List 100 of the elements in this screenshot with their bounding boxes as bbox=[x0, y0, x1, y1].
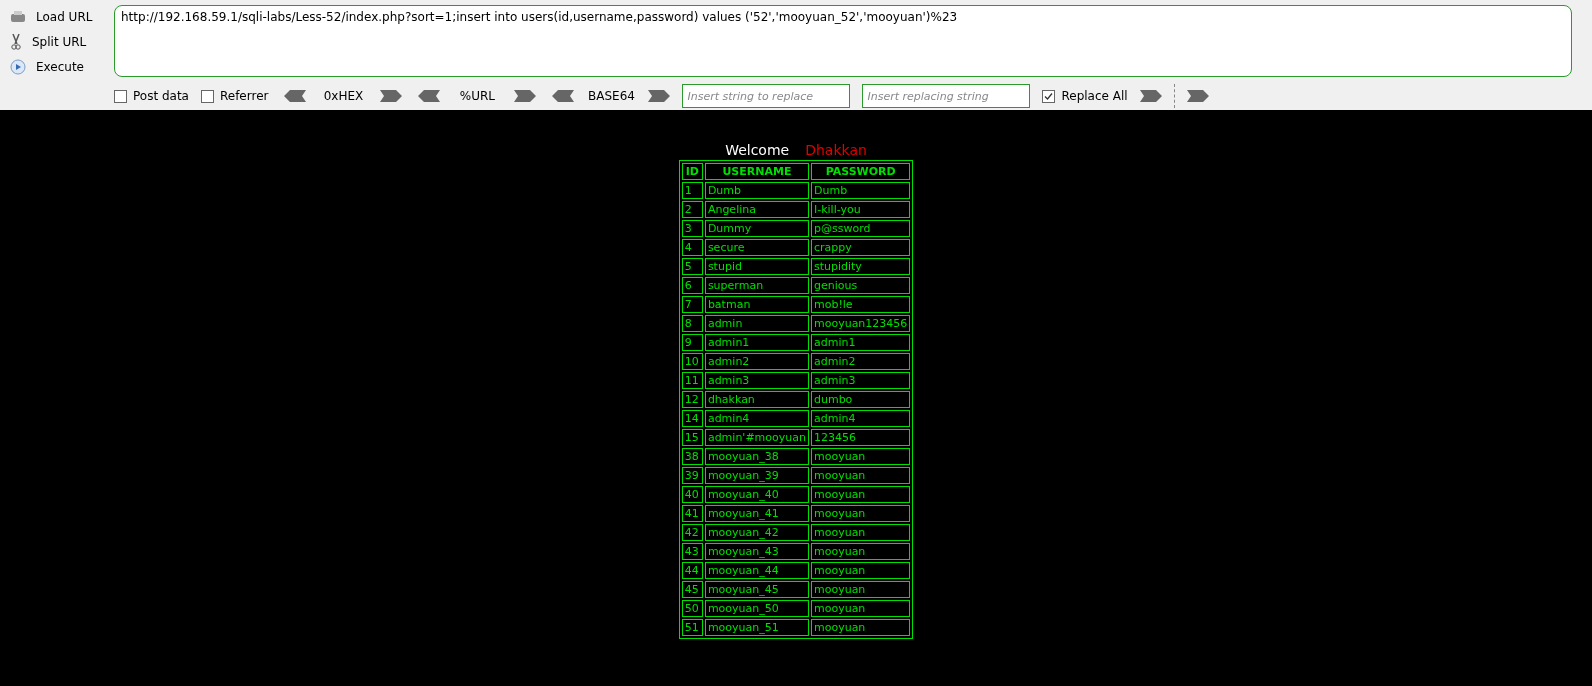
table-cell: 8 bbox=[681, 315, 703, 332]
table-cell: mooyuan bbox=[810, 562, 911, 579]
table-cell: mooyuan bbox=[810, 543, 911, 560]
table-cell: mob!le bbox=[810, 296, 911, 313]
table-cell: 10 bbox=[681, 353, 703, 370]
table-cell: mooyuan_38 bbox=[704, 448, 809, 465]
table-cell: 42 bbox=[681, 524, 703, 541]
checkbox-label: Post data bbox=[133, 89, 189, 103]
user-name: Dhakkan bbox=[805, 142, 867, 160]
table-cell: superman bbox=[704, 277, 809, 294]
table-cell: 40 bbox=[681, 486, 703, 503]
table-cell: mooyuan bbox=[810, 619, 911, 636]
table-cell: 2 bbox=[681, 201, 703, 218]
encoder-label: BASE64 bbox=[587, 89, 636, 103]
encoder-label: 0xHEX bbox=[322, 89, 365, 103]
table-cell: mooyuan bbox=[810, 600, 911, 617]
table-cell: 38 bbox=[681, 448, 703, 465]
url-field[interactable]: http://192.168.59.1/sqli-labs/Less-52/index.php?sort=1;insert into users(id,username,password) values ('52','mooyuan_52','mooyuan')%23 bbox=[114, 5, 1572, 77]
table-cell: 51 bbox=[681, 619, 703, 636]
table-cell: 7 bbox=[681, 296, 703, 313]
left-arrow-icon[interactable] bbox=[284, 90, 307, 102]
encoder-label: %URL bbox=[458, 89, 497, 103]
right-arrow-icon[interactable] bbox=[1186, 90, 1209, 102]
toolbar-action[interactable]: Execute bbox=[10, 57, 100, 77]
table-cell: I-kill-you bbox=[810, 201, 911, 218]
right-arrow-icon[interactable] bbox=[648, 90, 671, 102]
table-cell: mooyuan_50 bbox=[704, 600, 809, 617]
table-cell: admin2 bbox=[704, 353, 809, 370]
toolbar-action[interactable]: Split URL bbox=[10, 32, 100, 52]
table-cell: admin4 bbox=[704, 410, 809, 427]
table-cell: mooyuan_51 bbox=[704, 619, 809, 636]
table-cell: admin1 bbox=[810, 334, 911, 351]
scissors-icon bbox=[10, 34, 22, 50]
table-cell: stupidity bbox=[810, 258, 911, 275]
table-cell: mooyuan_41 bbox=[704, 505, 809, 522]
table-cell: secure bbox=[704, 239, 809, 256]
play-icon bbox=[10, 59, 26, 75]
table-cell: 41 bbox=[681, 505, 703, 522]
table-cell: admin2 bbox=[810, 353, 911, 370]
table-cell: mooyuan_40 bbox=[704, 486, 809, 503]
left-arrow-icon[interactable] bbox=[552, 90, 575, 102]
table-cell: 4 bbox=[681, 239, 703, 256]
table-cell: 12 bbox=[681, 391, 703, 408]
table-cell: mooyuan bbox=[810, 448, 911, 465]
table-cell: 14 bbox=[681, 410, 703, 427]
table-cell: 39 bbox=[681, 467, 703, 484]
table-cell: 11 bbox=[681, 372, 703, 389]
table-cell: mooyuan bbox=[810, 486, 911, 503]
table-cell: 5 bbox=[681, 258, 703, 275]
printer-icon bbox=[10, 10, 26, 24]
table-cell: dhakkan bbox=[704, 391, 809, 408]
table-cell: 1 bbox=[681, 182, 703, 199]
table-cell: mooyuan_42 bbox=[704, 524, 809, 541]
table-cell: mooyuan123456 bbox=[810, 315, 911, 332]
table-cell: Dumb bbox=[810, 182, 911, 199]
table-cell: 123456 bbox=[810, 429, 911, 446]
table-cell: mooyuan bbox=[810, 467, 911, 484]
checkbox-label: Referrer bbox=[219, 89, 269, 103]
table-cell: 3 bbox=[681, 220, 703, 237]
replace-field[interactable]: Insert replacing string bbox=[862, 84, 1031, 108]
table-cell: mooyuan_45 bbox=[704, 581, 809, 598]
table-cell: 6 bbox=[681, 277, 703, 294]
welcome-text: Welcome bbox=[725, 142, 790, 160]
table-cell: admin3 bbox=[704, 372, 809, 389]
table-cell: admin3 bbox=[810, 372, 911, 389]
table-cell: crappy bbox=[810, 239, 911, 256]
checkbox-label: Replace All bbox=[1061, 89, 1128, 103]
table-cell: admin'#mooyuan bbox=[704, 429, 809, 446]
table-cell: genious bbox=[810, 277, 911, 294]
right-arrow-icon[interactable] bbox=[380, 90, 403, 102]
table-cell: mooyuan_43 bbox=[704, 543, 809, 560]
table-cell: Dummy bbox=[704, 220, 809, 237]
table-cell: mooyuan_44 bbox=[704, 562, 809, 579]
table-cell: 50 bbox=[681, 600, 703, 617]
left-arrow-icon[interactable] bbox=[418, 90, 441, 102]
right-arrow-icon[interactable] bbox=[1139, 90, 1162, 102]
table-cell: 44 bbox=[681, 562, 703, 579]
column-header: USERNAME bbox=[704, 163, 809, 180]
table-cell: Dumb bbox=[704, 182, 809, 199]
table-cell: 15 bbox=[681, 429, 703, 446]
column-header: PASSWORD bbox=[810, 163, 911, 180]
table-cell: admin1 bbox=[704, 334, 809, 351]
table-cell: 43 bbox=[681, 543, 703, 560]
checkbox[interactable] bbox=[114, 89, 127, 103]
table-cell: admin4 bbox=[810, 410, 911, 427]
table-cell: mooyuan bbox=[810, 581, 911, 598]
column-header: ID bbox=[681, 163, 703, 180]
table-cell: Angelina bbox=[704, 201, 809, 218]
table-cell: dumbo bbox=[810, 391, 911, 408]
table-cell: admin bbox=[704, 315, 809, 332]
right-arrow-icon[interactable] bbox=[514, 90, 537, 102]
replace-field[interactable]: Insert string to replace bbox=[682, 84, 851, 108]
table-cell: stupid bbox=[704, 258, 809, 275]
table-cell: 45 bbox=[681, 581, 703, 598]
toolbar-action[interactable]: Load URL bbox=[10, 7, 100, 27]
table-cell: batman bbox=[704, 296, 809, 313]
table-cell: 9 bbox=[681, 334, 703, 351]
checkbox[interactable] bbox=[1042, 89, 1056, 103]
table-cell: mooyuan bbox=[810, 524, 911, 541]
checkbox[interactable] bbox=[200, 89, 214, 103]
